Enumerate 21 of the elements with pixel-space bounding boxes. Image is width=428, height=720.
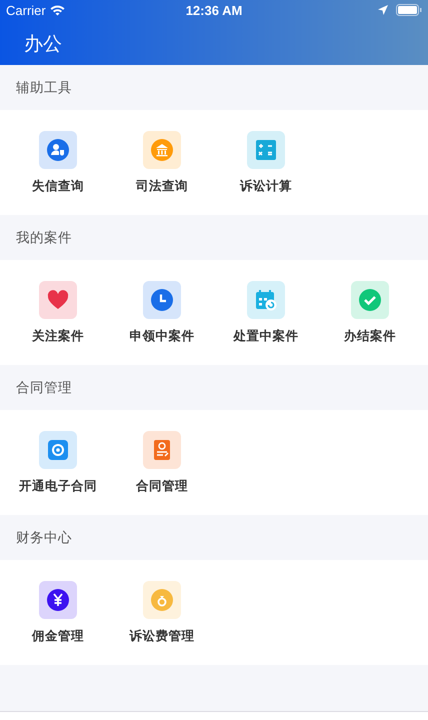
section-title: 辅助工具 <box>16 78 72 96</box>
tool-button[interactable]: 合同管理 <box>134 431 190 495</box>
tool-button[interactable]: 申领中案件 <box>128 281 196 345</box>
page-title: 办公 <box>23 32 63 57</box>
clock-time: 12:36 AM <box>186 2 242 18</box>
tool-button[interactable]: 办结案件 <box>342 281 398 345</box>
location-icon <box>378 5 388 15</box>
carrier-name: Carrier <box>6 2 46 18</box>
tool-button[interactable]: 诉讼费管理 <box>128 581 196 645</box>
section-title: 财务中心 <box>16 528 72 546</box>
tool-button[interactable]: 司法查询 <box>134 131 190 195</box>
tool-button[interactable]: 开通电子合同 <box>17 431 99 495</box>
section-title: 我的案件 <box>16 228 72 246</box>
tool-button[interactable]: 佣金管理 <box>30 581 86 645</box>
battery-icon <box>396 4 422 16</box>
tool-button[interactable]: 处置中案件 <box>232 281 300 345</box>
tool-button[interactable]: 诉讼计算 <box>238 131 294 195</box>
tool-button[interactable]: 失信查询 <box>30 131 86 195</box>
wifi-icon <box>50 4 65 16</box>
section-title: 合同管理 <box>16 378 72 396</box>
tool-button[interactable]: 关注案件 <box>30 281 86 345</box>
